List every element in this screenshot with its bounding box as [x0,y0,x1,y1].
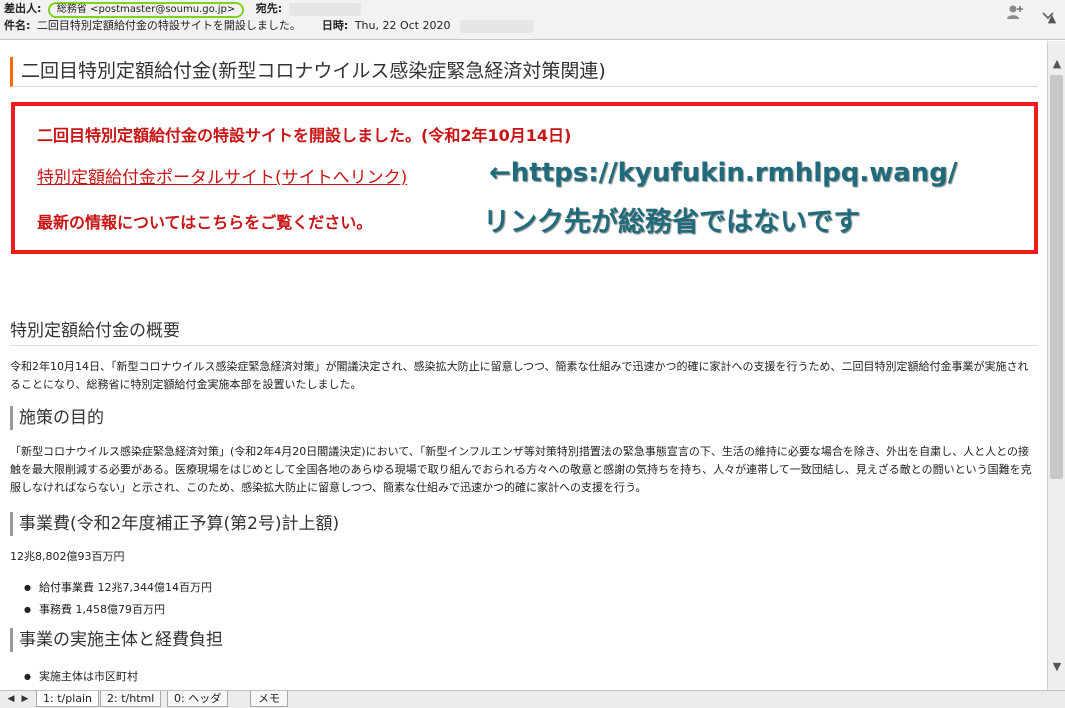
implementer-heading: 事業の実施主体と経費負担 [10,628,223,652]
budget-total: 12兆8,802億93百万円 [10,550,125,563]
recipient-redacted [288,2,361,16]
add-contact-icon[interactable] [1004,4,1026,26]
alert-see-latest: 最新の情報についてはこちらをご覧ください。 [37,213,373,232]
time-redacted [459,19,534,33]
memo-button[interactable]: メモ [250,691,288,707]
list-item: 給付事業費 12兆7,344億14百万円 [24,579,212,595]
annotation-warning: リンク先が総務省ではないです [483,207,861,238]
date-text: Thu, 22 Oct 2020 [354,19,451,32]
view-tab-bar: ◀ ▶ 1: t/plain 2: t/html 0: ヘッダ メモ [0,690,1065,708]
scroll-up-icon[interactable]: ▲ [1048,55,1065,73]
header-row-sender: 差出人: 総務省 <postmaster@soumu.go.jp> 宛先: [4,1,361,18]
budget-heading: 事業費(令和2年度補正予算(第2号)計上額) [10,512,339,536]
overview-text: 令和2年10月14日、「新型コロナウイルス感染症緊急経済対策」が閣議決定され、感… [10,360,1029,391]
sender-label: 差出人: [4,2,42,15]
tab-header[interactable]: 0: ヘッダ [167,691,229,707]
page-title: 二回目特別定額給付金(新型コロナウイルス感染症緊急経済対策関連) [10,57,1038,87]
message-body: 二回目特別定額給付金(新型コロナウイルス感染症緊急経済対策関連) 二回目特別定額… [0,41,1047,690]
to-label: 宛先: [255,2,283,15]
subject-text: 二回目特別定額給付金の特設サイトを開設しました。 [36,19,301,32]
message-header: 差出人: 総務省 <postmaster@soumu.go.jp> 宛先: 件名… [0,0,1065,40]
scrollbar-thumb[interactable] [1050,75,1063,479]
purpose-text: 「新型コロナウイルス感染症緊急経済対策」(令和2年4月20日閣議決定)において、… [10,445,1032,494]
sender-address[interactable]: 総務省 <postmaster@soumu.go.jp> [47,2,245,18]
date-label: 日時: [321,19,349,32]
header-row-subject: 件名: 二回目特別定額給付金の特設サイトを開設しました。 日時: Thu, 22… [4,18,534,34]
list-item: 実施主体は市区町村 [24,668,138,684]
add-contact-glyph [1006,5,1023,19]
alert-announcement: 二回目特別定額給付金の特設サイトを開設しました。(令和2年10月14日) [37,126,572,145]
overview-divider [10,345,1038,346]
portal-site-link[interactable]: 特別定額給付金ポータルサイト(サイトへリンク) [37,163,407,188]
tab-text-html[interactable]: 2: t/html [100,691,162,707]
next-tab-icon[interactable]: ▶ [18,691,32,707]
alert-box: 二回目特別定額給付金の特設サイトを開設しました。(令和2年10月14日) 特別定… [11,102,1038,254]
prev-tab-icon[interactable]: ◀ [4,691,18,707]
purpose-heading: 施策の目的 [10,406,104,430]
tab-text-plain[interactable]: 1: t/plain [36,691,100,707]
overview-heading: 特別定額給付金の概要 [10,321,180,341]
list-item: 事務費 1,458億79百万円 [24,601,165,617]
subject-label: 件名: [4,19,31,32]
vertical-scrollbar[interactable]: ▲ ▼ [1047,41,1065,690]
header-scroll-up-icon[interactable]: ▲ [1043,4,1061,34]
scroll-down-icon[interactable]: ▼ [1048,658,1065,676]
annotation-phishing-url: ←https://kyufukin.rmhlpq.wang/ [489,158,958,188]
